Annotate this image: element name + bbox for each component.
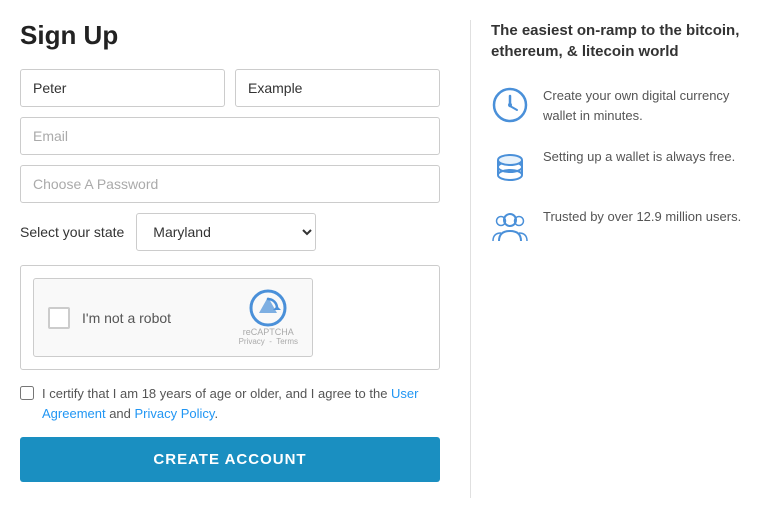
page-title: Sign Up <box>20 20 440 51</box>
terms-period: . <box>214 406 218 421</box>
users-icon <box>491 207 529 245</box>
state-label: Select your state <box>20 224 124 240</box>
captcha-left: I'm not a robot <box>48 307 171 329</box>
name-row <box>20 69 440 107</box>
captcha-container: I'm not a robot reCAPTCHA Privacy - Te <box>20 265 440 370</box>
feature-item-free: Setting up a wallet is always free. <box>491 147 759 185</box>
terms-main-text: I certify that I am 18 years of age or o… <box>42 386 391 401</box>
recaptcha-links: Privacy - Terms <box>239 337 298 346</box>
privacy-link[interactable]: Privacy <box>239 337 265 346</box>
last-name-input[interactable] <box>235 69 440 107</box>
privacy-policy-link[interactable]: Privacy Policy <box>135 406 215 421</box>
create-account-button[interactable]: CREATE ACCOUNT <box>20 437 440 482</box>
terms-row: I certify that I am 18 years of age or o… <box>20 384 440 423</box>
feature-item-trusted: Trusted by over 12.9 million users. <box>491 207 759 245</box>
captcha-right: reCAPTCHA Privacy - Terms <box>239 289 298 346</box>
feature-item-wallet: Create your own digital currency wallet … <box>491 86 759 125</box>
captcha-box[interactable]: I'm not a robot reCAPTCHA Privacy - Te <box>33 278 313 357</box>
recaptcha-brand-text: reCAPTCHA <box>243 327 294 337</box>
clock-icon <box>491 86 529 124</box>
right-panel: The easiest on-ramp to the bitcoin, ethe… <box>470 20 759 498</box>
terms-and-text: and <box>106 406 135 421</box>
terms-text: I certify that I am 18 years of age or o… <box>42 384 440 423</box>
state-select[interactable]: Maryland Alabama Alaska Arizona Californ… <box>136 213 316 251</box>
terms-checkbox[interactable] <box>20 386 34 400</box>
feature-text-free: Setting up a wallet is always free. <box>543 147 735 167</box>
coins-icon <box>491 147 529 185</box>
password-input[interactable] <box>20 165 440 203</box>
captcha-checkbox[interactable] <box>48 307 70 329</box>
first-name-input[interactable] <box>20 69 225 107</box>
recaptcha-icon <box>249 289 287 327</box>
terms-link[interactable]: Terms <box>276 337 298 346</box>
email-input[interactable] <box>20 117 440 155</box>
state-row: Select your state Maryland Alabama Alask… <box>20 213 440 251</box>
right-tagline: The easiest on-ramp to the bitcoin, ethe… <box>491 20 759 62</box>
left-panel: Sign Up Select your state Maryland Alaba… <box>20 20 470 498</box>
feature-text-trusted: Trusted by over 12.9 million users. <box>543 207 741 227</box>
captcha-label: I'm not a robot <box>82 310 171 326</box>
page-container: Sign Up Select your state Maryland Alaba… <box>0 0 779 518</box>
feature-text-wallet: Create your own digital currency wallet … <box>543 86 759 125</box>
